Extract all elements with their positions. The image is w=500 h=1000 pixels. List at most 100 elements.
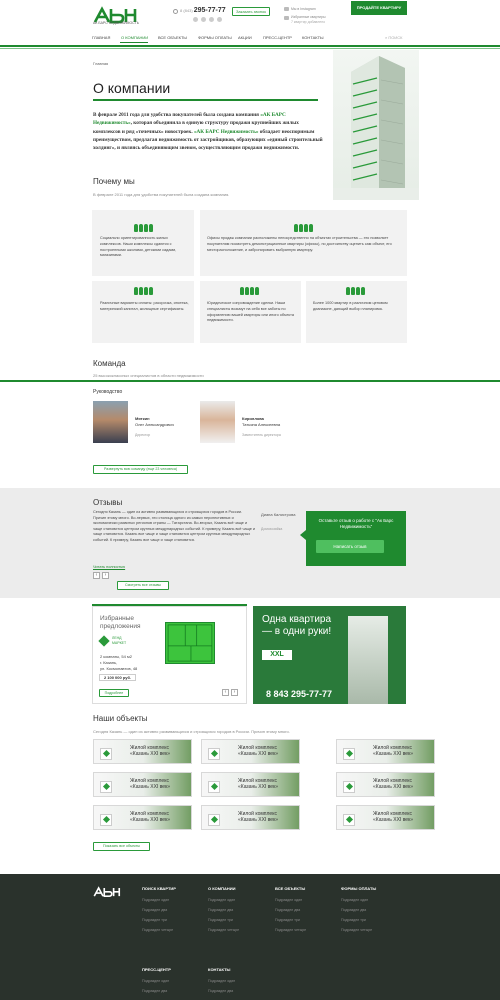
promo-banner[interactable]: Одна квартира — в одни руки! XXL 8 843 2… bbox=[253, 606, 406, 704]
offer-prev-button[interactable]: ‹ bbox=[222, 689, 229, 696]
object-title: «Казань XXI век» bbox=[238, 817, 279, 823]
twitter-icon[interactable] bbox=[209, 17, 214, 22]
object-card[interactable]: Жилой комплекс «Казань XXI век» bbox=[93, 739, 192, 764]
read-more-link[interactable]: Читать полностью bbox=[93, 565, 125, 569]
offer-next-button[interactable]: › bbox=[231, 689, 238, 696]
footer-link[interactable]: Подраздел два bbox=[142, 989, 167, 993]
footer-link[interactable]: Подраздел один bbox=[142, 898, 169, 902]
footer-link[interactable]: Подраздел три bbox=[275, 918, 300, 922]
object-title: «Казань XXI век» bbox=[373, 784, 414, 790]
instagram-link[interactable]: Мы в Instagram bbox=[291, 7, 316, 11]
feature-card: Социально ориентированность жилых компле… bbox=[92, 210, 194, 276]
footer-link[interactable]: Подраздел один bbox=[142, 979, 169, 983]
avatar-deputy[interactable] bbox=[200, 401, 235, 443]
footer-link[interactable]: Подраздел четыре bbox=[142, 928, 173, 932]
site-footer: ПОИСК КВАРТИР Подраздел один Подраздел два… bbox=[0, 874, 500, 1000]
feature-text: Социально ориентированность жилых компле… bbox=[100, 236, 177, 258]
avatar-director[interactable] bbox=[93, 401, 128, 443]
footer-link[interactable]: Подраздел три bbox=[341, 918, 366, 922]
member-surname: Мяткин bbox=[135, 416, 150, 421]
footer-link[interactable]: Подраздел два bbox=[341, 908, 366, 912]
footer-link[interactable]: Подраздел один bbox=[208, 898, 235, 902]
intro-link-2[interactable]: «АК БАРС Недвижимость» bbox=[194, 129, 258, 135]
object-name: Жилой комплекс «Казань XXI век» bbox=[373, 778, 413, 790]
object-title: «Казань XXI век» bbox=[130, 784, 171, 790]
call-request-button[interactable]: Заказать звонок bbox=[232, 7, 270, 16]
favorites-link[interactable]: Избранные квартиры bbox=[291, 15, 325, 19]
footer-logo[interactable] bbox=[93, 886, 123, 900]
object-card[interactable]: Жилой комплекс «Казань XXI век» bbox=[93, 805, 192, 830]
show-all-objects-button[interactable]: Показать все объекты bbox=[93, 842, 150, 851]
object-logo-icon bbox=[208, 748, 220, 760]
footer-column-title[interactable]: ПОИСК КВАРТИР bbox=[142, 886, 176, 891]
favorites-icon bbox=[284, 16, 289, 20]
object-title: «Казань XXI век» bbox=[130, 817, 171, 823]
footer-link[interactable]: Подраздел два bbox=[275, 908, 300, 912]
offer-more-button[interactable]: Подробнее bbox=[99, 689, 129, 697]
review-prev-button[interactable]: ‹ bbox=[93, 572, 100, 579]
search-link[interactable]: ⌕ ПОИСК bbox=[385, 35, 402, 40]
member-surname: Кириллова bbox=[242, 416, 264, 421]
write-review-button[interactable]: Написать отзыв bbox=[316, 540, 384, 553]
footer-link[interactable]: Подраздел два bbox=[142, 908, 167, 912]
expand-team-button[interactable]: Развернуть всю команду (еще 23 человека) bbox=[93, 465, 188, 474]
instagram-icon[interactable] bbox=[217, 17, 222, 22]
footer-link[interactable]: Подраздел четыре bbox=[341, 928, 372, 932]
object-logo-icon bbox=[343, 814, 355, 826]
object-card[interactable]: Жилой комплекс «Казань XXI век» bbox=[201, 772, 300, 797]
header-phone[interactable]: 8 (843)295-77-77 bbox=[180, 7, 226, 14]
footer-link[interactable]: Подраздел три bbox=[208, 918, 233, 922]
object-card[interactable]: Жилой комплекс «Казань XXI век» bbox=[93, 772, 192, 797]
object-name: Жилой комплекс «Казань XXI век» bbox=[130, 745, 170, 757]
vk-icon[interactable] bbox=[193, 17, 198, 22]
promo-phone: 8 843 295-77-77 bbox=[266, 689, 333, 699]
object-card[interactable]: Жилой комплекс «Казань XXI век» bbox=[336, 739, 435, 764]
team-title: Команда bbox=[93, 359, 126, 368]
nav-home[interactable]: ГЛАВНАЯ bbox=[92, 35, 110, 40]
breadcrumb[interactable]: Главная bbox=[93, 61, 108, 66]
logo-subtitle: АК БАРС НЕДВИЖИМОСТЬ bbox=[93, 21, 140, 25]
footer-column-title[interactable]: КОНТАКТЫ bbox=[208, 967, 230, 972]
nav-active-indicator bbox=[120, 42, 148, 43]
promo-title: Одна квартира — в одни руки! bbox=[262, 614, 332, 637]
nav-about[interactable]: О КОМПАНИИ bbox=[121, 35, 148, 40]
footer-link[interactable]: Подраздел два bbox=[208, 908, 233, 912]
title-underline bbox=[93, 99, 318, 101]
nav-contacts[interactable]: КОНТАКТЫ bbox=[302, 35, 324, 40]
object-logo-icon bbox=[208, 781, 220, 793]
review-author: Диана Калистрова bbox=[261, 512, 296, 517]
footer-link[interactable]: Подраздел два bbox=[208, 989, 233, 993]
footer-link[interactable]: Подраздел один bbox=[208, 979, 235, 983]
nav-promo[interactable]: АКЦИИ bbox=[238, 35, 252, 40]
team-section-title: Руководство bbox=[93, 389, 123, 395]
footer-link[interactable]: Подраздел один bbox=[275, 898, 302, 902]
reviews-section bbox=[0, 488, 500, 598]
nav-press[interactable]: ПРЕСС-ЦЕНТР bbox=[263, 35, 292, 40]
object-card[interactable]: Жилой комплекс «Казань XXI век» bbox=[201, 739, 300, 764]
footer-column-title[interactable]: О КОМПАНИИ bbox=[208, 886, 236, 891]
footer-link[interactable]: Подраздел один bbox=[341, 898, 368, 902]
nav-objects[interactable]: ВСЕ ОБЪЕКТЫ bbox=[158, 35, 187, 40]
object-card[interactable]: Жилой комплекс «Казань XXI век» bbox=[201, 805, 300, 830]
footer-link[interactable]: Подраздел три bbox=[142, 918, 167, 922]
footer-column-title[interactable]: ФОРМЫ ОПЛАТЫ bbox=[341, 886, 376, 891]
nav-payment[interactable]: ФОРМЫ ОПЛАТЫ bbox=[198, 35, 232, 40]
sell-apartment-button[interactable]: ПРОДАЙТЕ КВАРТИРУ bbox=[351, 1, 407, 15]
object-logo-icon bbox=[100, 748, 112, 760]
object-card[interactable]: Жилой комплекс «Казань XXI век» bbox=[336, 772, 435, 797]
all-reviews-button[interactable]: Смотреть все отзывы bbox=[117, 581, 169, 590]
brand-name: ЛЕНД МАРКЕТ bbox=[112, 636, 127, 645]
feature-card: Более 1000 квартир в различном ценовом д… bbox=[306, 281, 407, 343]
people-icon bbox=[134, 224, 153, 232]
object-name: Жилой комплекс «Казань XXI век» bbox=[130, 811, 170, 823]
footer-column-title[interactable]: ВСЕ ОБЪЕКТЫ bbox=[275, 886, 305, 891]
feature-text: Юридическое сопровождение сделки. Наши с… bbox=[207, 301, 294, 323]
facebook-icon[interactable] bbox=[201, 17, 206, 22]
object-card[interactable]: Жилой комплекс «Казань XXI век» bbox=[336, 805, 435, 830]
feature-text: Различные варианты оплаты: рассрочка, ип… bbox=[100, 301, 189, 311]
footer-column-title[interactable]: ПРЕСС-ЦЕНТР bbox=[142, 967, 171, 972]
review-next-button[interactable]: › bbox=[102, 572, 109, 579]
footer-link[interactable]: Подраздел четыре bbox=[275, 928, 306, 932]
floor-plan-image[interactable] bbox=[165, 622, 215, 664]
footer-link[interactable]: Подраздел четыре bbox=[208, 928, 239, 932]
